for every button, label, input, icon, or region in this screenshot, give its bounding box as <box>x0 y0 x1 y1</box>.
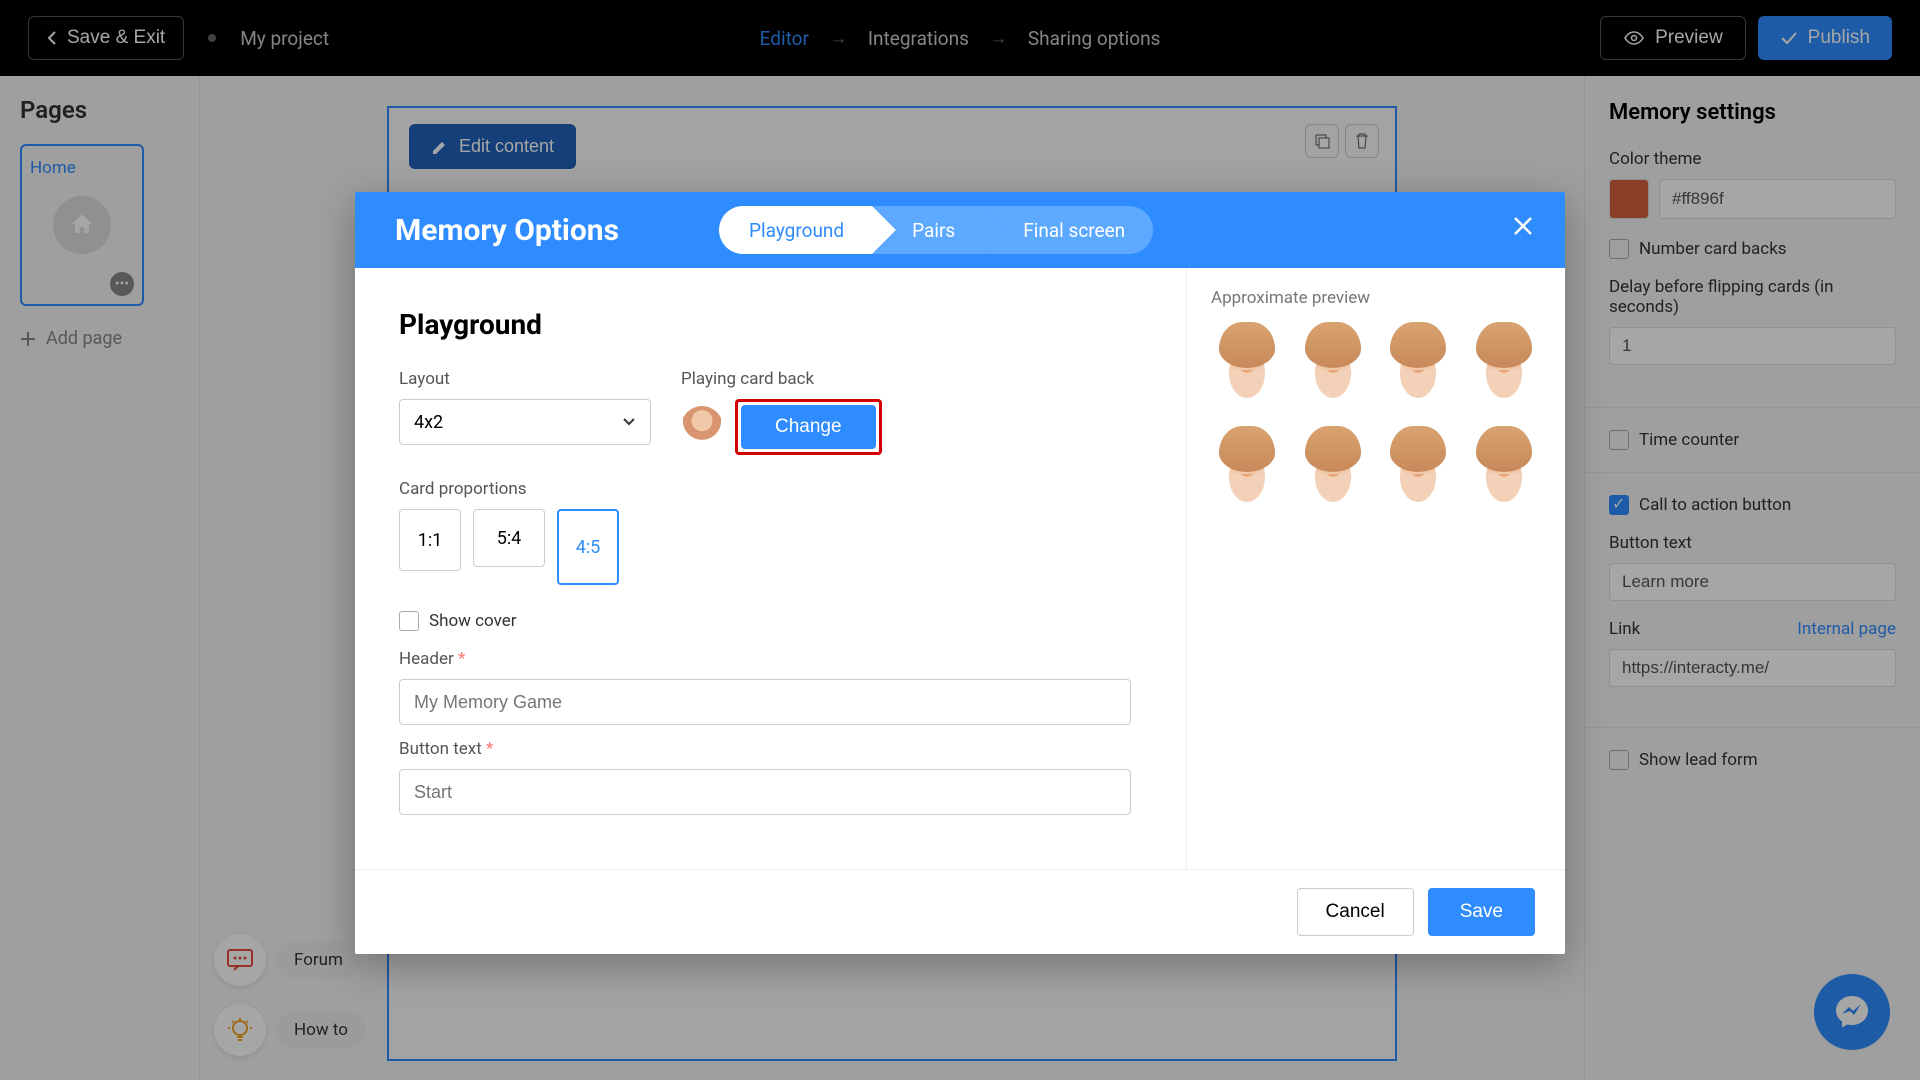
card-preview <box>1211 426 1283 518</box>
modal-footer: Cancel Save <box>355 869 1565 954</box>
card-preview <box>1468 426 1540 518</box>
proportions-label: Card proportions <box>399 479 1142 499</box>
ratio-1-1[interactable]: 1:1 <box>399 509 461 571</box>
modal-overlay: Memory Options Playground Pairs Final sc… <box>0 0 1920 1080</box>
ratio-4-5[interactable]: 4:5 <box>557 509 619 585</box>
save-button[interactable]: Save <box>1428 888 1535 936</box>
tab-playground[interactable]: Playground <box>719 206 872 254</box>
header-label: Header * <box>399 649 1131 669</box>
chevron-down-icon <box>622 417 636 427</box>
card-preview <box>1297 426 1369 518</box>
card-preview <box>1297 322 1369 414</box>
change-button[interactable]: Change <box>741 405 876 449</box>
preview-grid <box>1211 322 1541 518</box>
card-preview <box>1211 322 1283 414</box>
cancel-button[interactable]: Cancel <box>1297 888 1414 936</box>
modal-button-text-input[interactable] <box>399 769 1131 815</box>
card-preview <box>1382 426 1454 518</box>
tab-final-screen[interactable]: Final screen <box>983 206 1153 254</box>
change-highlight: Change <box>735 399 882 455</box>
modal-left: Playground Layout 4x2 Playing card back <box>355 268 1187 869</box>
modal-title: Memory Options <box>395 213 619 248</box>
show-cover-checkbox[interactable] <box>399 611 419 631</box>
close-icon[interactable] <box>1511 214 1535 238</box>
header-input[interactable] <box>399 679 1131 725</box>
layout-label: Layout <box>399 369 651 389</box>
modal-header: Memory Options Playground Pairs Final sc… <box>355 192 1565 268</box>
approx-preview-label: Approximate preview <box>1211 288 1541 308</box>
layout-select[interactable]: 4x2 <box>399 399 651 445</box>
card-preview <box>1382 322 1454 414</box>
show-cover-label: Show cover <box>429 611 517 631</box>
modal-right: Approximate preview <box>1187 268 1565 869</box>
layout-value: 4x2 <box>414 412 443 433</box>
modal-tabs: Playground Pairs Final screen <box>719 206 1153 254</box>
card-preview <box>1468 322 1540 414</box>
memory-options-modal: Memory Options Playground Pairs Final sc… <box>355 192 1565 954</box>
section-title: Playground <box>399 308 1142 341</box>
cardback-thumbnail <box>681 406 723 448</box>
ratio-5-4[interactable]: 5:4 <box>473 509 545 567</box>
modal-button-text-label: Button text * <box>399 739 1131 759</box>
cardback-label: Playing card back <box>681 369 882 389</box>
